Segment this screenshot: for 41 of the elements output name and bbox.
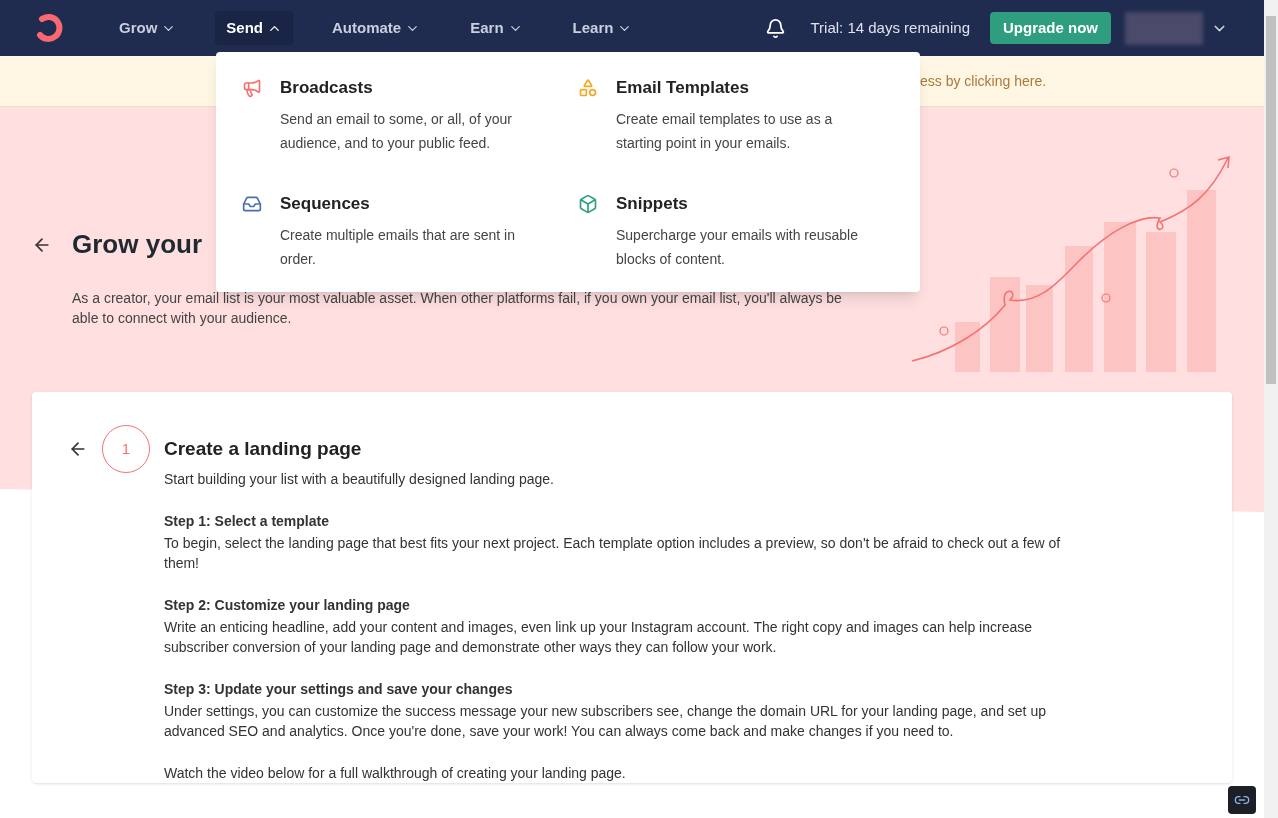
page-title: Grow your <box>72 228 202 261</box>
step-title: Create a landing page <box>164 437 363 461</box>
step-heading: Step 1: Select a template <box>164 512 330 531</box>
menu-item-description: Send an email to some, or all, of your audience, and to your public feed. <box>280 110 513 153</box>
video-note: Watch the video below for a full walkthrough of creating your landing page. <box>164 764 627 783</box>
menu-item-title: Sequences <box>280 192 371 215</box>
nav-menu-item[interactable]: Grow <box>108 11 188 45</box>
dropdown-menu-item[interactable]: Broadcasts Send an email to some, or all, of your audience, and to your public feed. <box>242 77 558 177</box>
menu-item-description: Supercharge your emails with reusable blocks of content. <box>616 225 859 269</box>
notification-bell-icon[interactable] <box>765 17 787 39</box>
scrollbar[interactable] <box>1264 0 1278 818</box>
menu-item-title: Broadcasts <box>280 77 374 99</box>
notice-text: ess by clicking here. <box>920 71 1047 91</box>
nav-menu-item[interactable]: Send <box>215 11 294 45</box>
dropdown-menu-item[interactable]: Sequences Create multiple emails that are sent in order. <box>242 192 558 292</box>
step-heading: Step 3: Update your settings and save your changes <box>164 680 514 699</box>
trial-status: Trial: 14 days remaining <box>810 17 970 38</box>
shapes-icon <box>578 78 598 98</box>
menu-item-title: Snippets <box>616 192 689 215</box>
doodle-mark <box>1101 293 1111 303</box>
step-subtitle: Start building your list with a beautifully designed landing page. <box>164 470 555 489</box>
dropdown-menu-item[interactable]: Snippets Supercharge your emails with reusable blocks of content. <box>578 192 894 292</box>
step-heading: Step 2: Customize your landing page <box>164 596 411 615</box>
step-description: Write an enticing headline, add your content and images, even link up your Instagram account. The right copy and images can help increase subscriber conversion of your landing page and demonstrate other ways they can follow your work. <box>164 618 1033 657</box>
step-description: Under settings, you can customize the success message your new subscribers see, change the domain URL for your landing page, and set up advanced SEO and analytics. Once you're done, save your work! You can always come back and make changes if you need to. <box>164 702 1047 741</box>
nav-menu-item[interactable]: Learn <box>561 11 644 45</box>
scrollbar-thumb[interactable] <box>1266 16 1276 384</box>
menu-item-description: Create multiple emails that are sent in order. <box>280 225 516 269</box>
step-description: To begin, select the landing page that best fits your next project. Each template option includes a preview, so don't be afraid to check out a few of them! <box>164 534 1062 573</box>
megaphone-icon <box>242 78 262 98</box>
link-button[interactable] <box>1228 786 1256 814</box>
nav-menu-item[interactable]: Earn <box>459 11 534 45</box>
chart-bar <box>955 322 980 372</box>
menu-item-title: Email Templates <box>616 77 750 99</box>
hero-intro: As a creator, your email list is your most valuable asset. When other platforms fail, if you own your email list, you'll always be able to connect with your audience. <box>72 289 843 328</box>
dropdown-menu-item[interactable]: Email Templates Create email templates to use as a starting point in your emails. <box>578 77 894 177</box>
nav-menu-item[interactable]: Automate <box>321 11 432 45</box>
doodle-mark <box>939 326 949 336</box>
cube-icon <box>578 193 598 214</box>
menu-item-description: Create email templates to use as a starting point in your emails. <box>616 110 834 153</box>
doodle-mark <box>1169 168 1179 178</box>
